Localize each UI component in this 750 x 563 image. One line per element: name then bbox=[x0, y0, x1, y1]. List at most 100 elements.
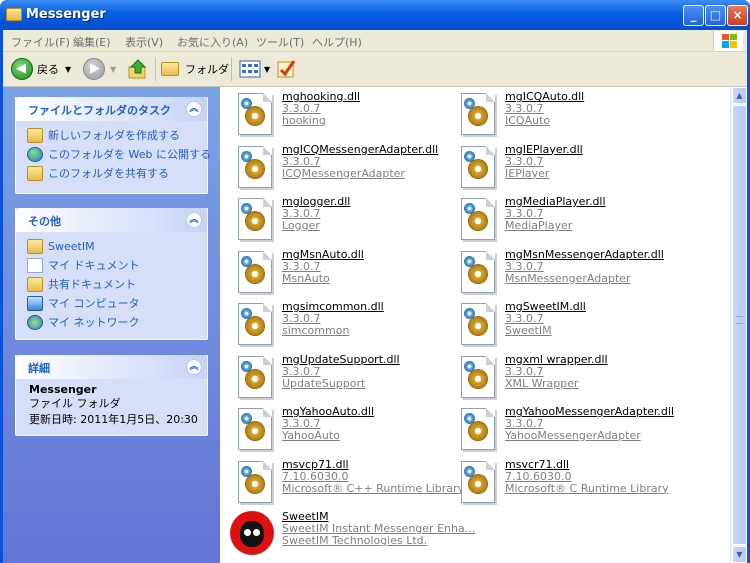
file-description: SweetIM bbox=[505, 324, 552, 337]
details-panel: 詳細 ︽ Messenger ファイル フォルダ 更新日時: 2011年1月5日… bbox=[15, 355, 208, 436]
share-folder-icon bbox=[27, 166, 43, 181]
close-button[interactable]: × bbox=[727, 5, 748, 26]
my-documents-icon bbox=[27, 258, 43, 273]
menu-file[interactable]: ファイル(F) bbox=[11, 34, 70, 50]
file-item[interactable]: mghooking.dll 3.3.0.7 hooking bbox=[228, 91, 448, 143]
file-item[interactable]: mglogger.dll 3.3.0.7 Logger bbox=[228, 196, 448, 248]
forward-dropdown-icon[interactable]: ▼ bbox=[110, 65, 116, 74]
file-item[interactable]: mgIEPlayer.dll 3.3.0.7 IEPlayer bbox=[451, 143, 671, 196]
task-share-folder[interactable]: このフォルダを共有する bbox=[16, 164, 207, 183]
file-description: ICQMessengerAdapter bbox=[282, 166, 405, 180]
folder-icon bbox=[27, 239, 43, 254]
file-description: ICQAuto bbox=[505, 114, 551, 127]
tasks-panel: ファイルとフォルダのタスク ︽ 新しいフォルダを作成する このフォルダを Web… bbox=[15, 97, 211, 194]
forward-button[interactable]: ▶ ▼ bbox=[83, 56, 116, 82]
file-name: mgMsnMessengerAdapter.dll bbox=[505, 247, 664, 261]
main-area: ファイルとフォルダのタスク ︽ 新しいフォルダを作成する このフォルダを Web… bbox=[3, 87, 747, 563]
dll-gear-icon bbox=[238, 355, 272, 398]
file-version: 3.3.0.7 bbox=[282, 259, 321, 273]
dll-gear-icon bbox=[461, 355, 495, 398]
file-description: MsnMessengerAdapter bbox=[505, 271, 631, 285]
my-network-icon bbox=[27, 315, 43, 330]
folders-label: フォルダ bbox=[185, 63, 229, 76]
tasks-panel-header[interactable]: ファイルとフォルダのタスク ︽ bbox=[16, 97, 207, 121]
menu-view[interactable]: 表示(V) bbox=[125, 34, 163, 50]
minimize-button[interactable]: _ bbox=[683, 5, 704, 26]
file-version: 3.3.0.7 bbox=[505, 154, 544, 168]
file-item[interactable]: mgMsnMessengerAdapter.dll 3.3.0.7 MsnMesse… bbox=[451, 247, 671, 301]
scroll-thumb[interactable] bbox=[732, 105, 747, 545]
menu-edit[interactable]: 編集(E) bbox=[73, 34, 111, 50]
task-publish-web[interactable]: このフォルダを Web に公開する bbox=[16, 145, 211, 164]
file-description: Microsoft® C Runtime Library bbox=[505, 481, 669, 495]
file-description: Logger bbox=[282, 219, 320, 232]
place-my-documents[interactable]: マイ ドキュメント bbox=[16, 256, 207, 275]
dll-gear-icon bbox=[461, 145, 495, 188]
collapse-chevron-icon[interactable]: ︽ bbox=[186, 359, 202, 375]
views-icon bbox=[239, 60, 261, 78]
file-name: mgMsnAuto.dll bbox=[282, 247, 364, 261]
file-description: SweetIM Technologies Ltd. bbox=[282, 534, 428, 547]
menu-tools[interactable]: ツール(T) bbox=[256, 34, 304, 50]
scroll-up-button[interactable]: ▲ bbox=[732, 87, 747, 104]
dll-gear-icon bbox=[238, 145, 272, 188]
scroll-down-button[interactable]: ▼ bbox=[732, 546, 747, 563]
file-item[interactable]: mgICQAuto.dll 3.3.0.7 ICQAuto bbox=[451, 91, 671, 143]
other-places-header[interactable]: その他 ︽ bbox=[16, 208, 207, 232]
file-item[interactable]: mgUpdateSupport.dll 3.3.0.7 UpdateSupport bbox=[228, 353, 448, 406]
place-my-computer[interactable]: マイ コンピュータ bbox=[16, 294, 207, 313]
back-dropdown-icon[interactable]: ▼ bbox=[65, 65, 71, 74]
dll-gear-icon bbox=[461, 250, 495, 293]
collapse-chevron-icon[interactable]: ︽ bbox=[186, 212, 202, 228]
other-places-title: その他 bbox=[28, 215, 61, 228]
file-version: 3.3.0.7 bbox=[282, 154, 321, 168]
file-version: 3.3.0.7 bbox=[505, 259, 544, 273]
windows-flag-icon bbox=[722, 34, 737, 48]
sync-button[interactable] bbox=[275, 56, 297, 82]
views-button[interactable]: ▼ bbox=[239, 56, 270, 82]
file-item[interactable]: mgxml wrapper.dll 3.3.0.7 XML Wrapper bbox=[451, 353, 671, 406]
file-version: 3.3.0.7 bbox=[282, 364, 321, 378]
file-item[interactable]: mgSweetIM.dll 3.3.0.7 SweetIM bbox=[451, 301, 671, 353]
place-shared-documents[interactable]: 共有ドキュメント bbox=[16, 275, 207, 294]
file-version: 7.10.6030.0 bbox=[505, 469, 572, 483]
vertical-scrollbar[interactable]: ▲ ▼ bbox=[730, 87, 747, 563]
file-item[interactable]: mgYahooMessengerAdapter.dll 3.3.0.7 YahooM… bbox=[451, 406, 674, 458]
folder-icon bbox=[6, 8, 22, 21]
window-title: Messenger bbox=[26, 7, 106, 22]
back-label: 戻る bbox=[37, 63, 59, 76]
file-item[interactable]: mgMediaPlayer.dll 3.3.0.7 MediaPlayer bbox=[451, 196, 671, 248]
folders-button[interactable]: フォルダ bbox=[161, 56, 229, 82]
file-description: MsnAuto bbox=[282, 271, 330, 285]
file-item[interactable]: msvcp71.dll 7.10.6030.0 Microsoft® C++ Run… bbox=[228, 458, 464, 511]
detail-type: ファイル フォルダ bbox=[29, 397, 121, 410]
task-new-folder[interactable]: 新しいフォルダを作成する bbox=[16, 126, 207, 145]
menu-help[interactable]: ヘルプ(H) bbox=[312, 34, 362, 50]
file-description: IEPlayer bbox=[505, 166, 550, 180]
publish-web-icon bbox=[27, 147, 43, 162]
dll-gear-icon bbox=[238, 198, 272, 240]
title-bar[interactable]: Messenger _ □ × bbox=[0, 0, 750, 30]
file-version: 7.10.6030.0 bbox=[282, 469, 349, 483]
file-item[interactable]: mgICQMessengerAdapter.dll 3.3.0.7 ICQMesse… bbox=[228, 142, 448, 196]
file-item[interactable]: msvcr71.dll 7.10.6030.0 Microsoft® C Runti… bbox=[451, 458, 671, 511]
menu-favorites[interactable]: お気に入り(A) bbox=[177, 34, 248, 50]
place-my-network[interactable]: マイ ネットワーク bbox=[16, 313, 207, 332]
file-description: YahooMessengerAdapter bbox=[505, 429, 641, 442]
file-name: mgICQMessengerAdapter.dll bbox=[282, 142, 439, 156]
toolbar: ◀ 戻る ▼ ▶ ▼ フォルダ ▼ bbox=[3, 52, 747, 87]
views-dropdown-icon[interactable]: ▼ bbox=[264, 65, 270, 74]
file-item[interactable]: mgMsnAuto.dll 3.3.0.7 MsnAuto bbox=[228, 247, 448, 301]
file-description: hooking bbox=[282, 114, 326, 127]
back-button[interactable]: ◀ 戻る ▼ bbox=[11, 56, 71, 82]
up-folder-button[interactable] bbox=[127, 56, 149, 82]
place-sweetim[interactable]: SweetIM bbox=[16, 237, 207, 256]
explorer-window: Messenger _ □ × ファイル(F) 編集(E) 表示(V) お気に入… bbox=[0, 0, 750, 563]
file-item[interactable]: mgYahooAuto.dll 3.3.0.7 YahooAuto bbox=[228, 406, 448, 458]
file-description: YahooAuto bbox=[282, 429, 340, 442]
maximize-button[interactable]: □ bbox=[705, 5, 726, 26]
file-item[interactable]: mgsimcommon.dll 3.3.0.7 simcommon bbox=[228, 301, 448, 353]
file-item[interactable]: SweetIM SweetIM Instant Messenger Enha...… bbox=[228, 511, 475, 563]
collapse-chevron-icon[interactable]: ︽ bbox=[186, 101, 202, 117]
details-header[interactable]: 詳細 ︽ bbox=[16, 355, 207, 379]
